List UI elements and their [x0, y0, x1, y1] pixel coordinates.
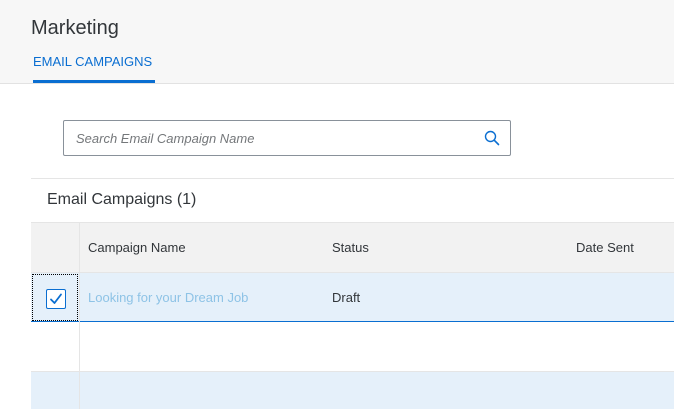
section-divider	[31, 178, 674, 179]
selection-column-separator	[79, 222, 80, 409]
row-checkbox[interactable]	[46, 289, 66, 309]
campaign-status: Draft	[332, 290, 361, 305]
table-title: Email Campaigns (1)	[47, 191, 197, 208]
search-icon[interactable]	[484, 130, 500, 146]
tab-selected-indicator	[33, 80, 155, 83]
app-page: Marketing EMAIL CAMPAIGNS Email Campaign…	[0, 0, 674, 409]
table-header-row: Campaign Name Status Date Sent	[31, 222, 674, 273]
column-header-date-sent[interactable]: Date Sent	[576, 239, 634, 257]
campaign-name-link[interactable]: Looking for your Dream Job	[88, 289, 248, 307]
column-header-status[interactable]: Status	[332, 239, 369, 257]
page-header: Marketing EMAIL CAMPAIGNS	[0, 0, 674, 84]
column-header-campaign-name[interactable]: Campaign Name	[88, 239, 186, 257]
table-row[interactable]: Looking for your Dream Job Draft	[31, 273, 674, 322]
row-select-cell[interactable]	[32, 274, 78, 321]
campaigns-table: Campaign Name Status Date Sent Looking f…	[31, 222, 674, 409]
empty-table-row	[31, 372, 674, 409]
search-field[interactable]	[63, 120, 511, 156]
search-input[interactable]	[64, 121, 464, 155]
page-title: Marketing	[31, 17, 119, 39]
checkmark-icon	[50, 293, 62, 304]
empty-table-row	[31, 322, 674, 372]
